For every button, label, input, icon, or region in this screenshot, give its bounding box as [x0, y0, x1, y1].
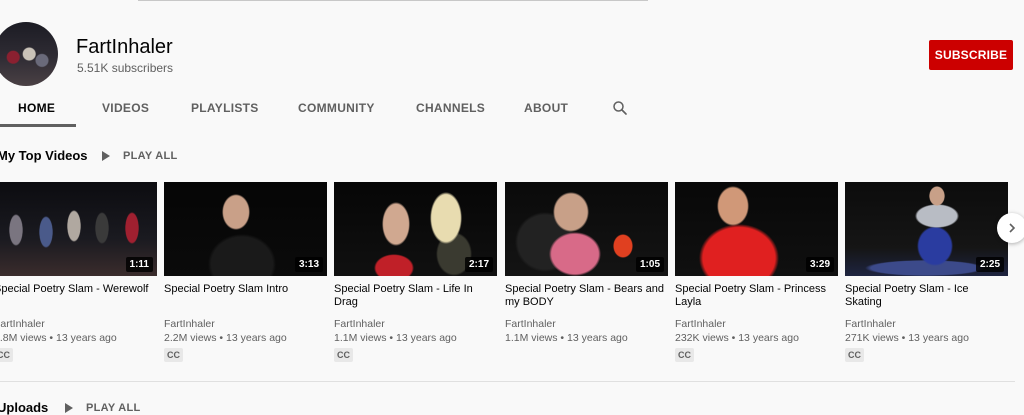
- tab-community[interactable]: COMMUNITY: [298, 90, 375, 128]
- cc-badge: CC: [675, 348, 694, 362]
- tab-playlists[interactable]: PLAYLISTS: [191, 90, 259, 128]
- video-age: 13 years ago: [738, 332, 799, 344]
- channel-name: FartInhaler: [76, 36, 173, 58]
- tab-home[interactable]: HOME: [18, 90, 55, 128]
- video-views: 2.2M views: [164, 332, 217, 344]
- video-views: 1.1M views: [334, 332, 387, 344]
- video-duration: 1:05: [635, 257, 664, 272]
- video-title[interactable]: Special Poetry Slam - Werewolf: [0, 283, 154, 296]
- video-views: 1.8M views: [0, 332, 47, 344]
- video-thumbnail[interactable]: 3:13: [164, 182, 327, 276]
- video-meta: 1.1M views • 13 years ago: [505, 332, 628, 344]
- play-all-button[interactable]: PLAY ALL: [102, 148, 178, 164]
- video-views: 232K views: [675, 332, 729, 344]
- uploads-play-all-button[interactable]: PLAY ALL: [65, 400, 141, 415]
- video-title[interactable]: Special Poetry Slam Intro: [164, 283, 324, 296]
- video-channel[interactable]: FartInhaler: [845, 318, 896, 330]
- video-thumbnail[interactable]: 1:11: [0, 182, 157, 276]
- shelf-next-button[interactable]: [997, 213, 1024, 243]
- subscriber-count: 5.51K subscribers: [77, 61, 174, 75]
- video-duration: 3:29: [805, 257, 834, 272]
- shelf-title-top-videos[interactable]: My Top Videos: [0, 148, 88, 163]
- video-meta: 1.1M views • 13 years ago: [334, 332, 457, 344]
- shelf-divider: [0, 381, 1015, 382]
- video-channel[interactable]: FartInhaler: [505, 318, 556, 330]
- video-views: 271K views: [845, 332, 899, 344]
- video-age: 13 years ago: [56, 332, 117, 344]
- video-thumbnail[interactable]: 3:29: [675, 182, 838, 276]
- video-age: 13 years ago: [567, 332, 628, 344]
- video-title[interactable]: Special Poetry Slam - Bears and my BODY: [505, 283, 665, 309]
- tab-about[interactable]: ABOUT: [524, 90, 568, 128]
- tab-channels[interactable]: CHANNELS: [416, 90, 485, 128]
- video-title[interactable]: Special Poetry Slam - Ice Skating: [845, 283, 1005, 309]
- video-meta: 271K views • 13 years ago: [845, 332, 969, 344]
- video-channel[interactable]: FartInhaler: [0, 318, 45, 330]
- cc-badge: CC: [164, 348, 183, 362]
- video-title[interactable]: Special Poetry Slam - Princess Layla: [675, 283, 835, 309]
- cc-badge: CC: [0, 348, 13, 362]
- video-age: 13 years ago: [396, 332, 457, 344]
- chevron-right-icon: [1009, 223, 1016, 233]
- video-meta: 232K views • 13 years ago: [675, 332, 799, 344]
- video-thumbnail[interactable]: 1:05: [505, 182, 668, 276]
- video-channel[interactable]: FartInhaler: [334, 318, 385, 330]
- video-duration: 3:13: [294, 257, 323, 272]
- video-duration: 2:17: [464, 257, 493, 272]
- video-meta: 1.8M views • 13 years ago: [0, 332, 117, 344]
- video-thumbnail[interactable]: 2:25: [845, 182, 1008, 276]
- video-thumbnail[interactable]: 2:17: [334, 182, 497, 276]
- video-duration: 1:11: [125, 257, 153, 272]
- cc-badge: CC: [845, 348, 864, 362]
- top-divider: [138, 0, 648, 1]
- video-age: 13 years ago: [226, 332, 287, 344]
- play-all-label: PLAY ALL: [86, 402, 141, 414]
- video-duration: 2:25: [975, 257, 1004, 272]
- active-tab-indicator: [0, 124, 76, 127]
- video-title[interactable]: Special Poetry Slam - Life In Drag: [334, 283, 494, 309]
- video-views: 1.1M views: [505, 332, 558, 344]
- play-icon: [102, 151, 110, 161]
- video-meta: 2.2M views • 13 years ago: [164, 332, 287, 344]
- play-all-label: PLAY ALL: [123, 150, 178, 162]
- video-age: 13 years ago: [908, 332, 969, 344]
- tab-videos[interactable]: VIDEOS: [102, 90, 149, 128]
- subscribe-button[interactable]: SUBSCRIBE: [929, 40, 1013, 70]
- shelf-title-uploads[interactable]: Uploads: [0, 400, 48, 415]
- search-icon[interactable]: [611, 99, 629, 117]
- cc-badge: CC: [334, 348, 353, 362]
- video-channel[interactable]: FartInhaler: [675, 318, 726, 330]
- play-icon: [65, 403, 73, 413]
- video-channel[interactable]: FartInhaler: [164, 318, 215, 330]
